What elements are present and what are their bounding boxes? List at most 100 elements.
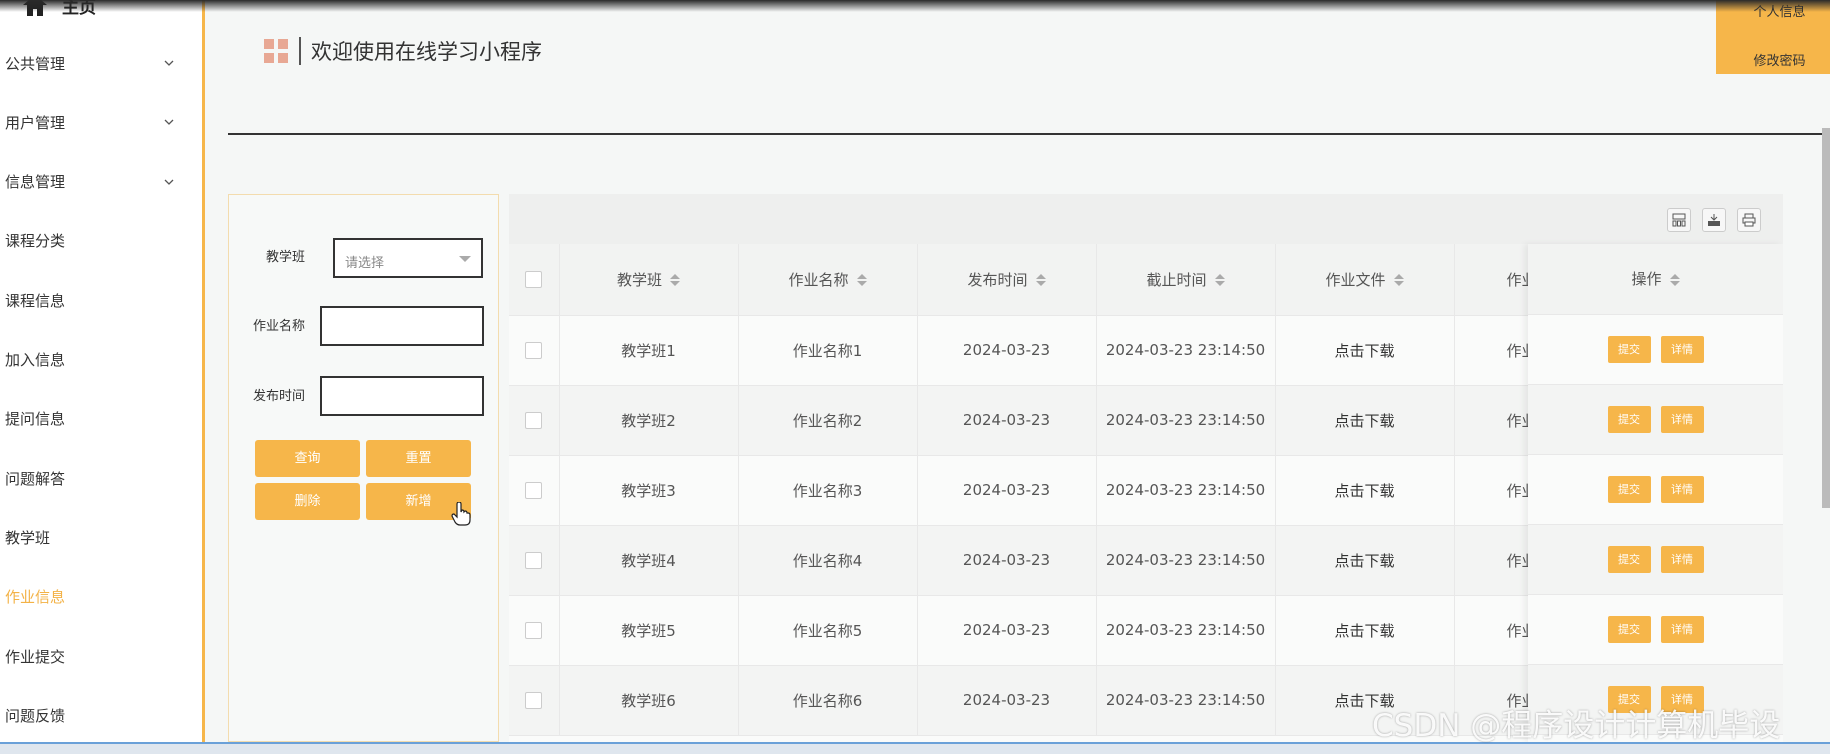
sort-icon (1393, 274, 1404, 287)
row-checkbox[interactable] (525, 342, 543, 359)
detail-button[interactable]: 详情 (1660, 406, 1704, 433)
homework-name-label: 作业名称 (253, 319, 306, 334)
publish-time-cell: 2024-03-23 (917, 385, 1097, 456)
column-header-publish-time[interactable]: 发布时间 (917, 244, 1097, 316)
reset-button[interactable]: 重置 (366, 440, 471, 477)
chevron-down-icon (164, 60, 174, 66)
column-header-name[interactable]: 作业名称 (738, 244, 918, 316)
file-download-link[interactable]: 点击下载 (1275, 455, 1455, 526)
sidebar-item[interactable]: 课程分类 (5, 226, 175, 256)
column-header-class[interactable]: 教学班 (559, 244, 739, 316)
homework-name-cell: 作业名称1 (738, 315, 918, 386)
table-row[interactable]: 教学班1 作业名称1 2024-03-23 2024-03-23 23:14:50 点击… (509, 315, 1585, 386)
row-checkbox[interactable] (525, 692, 543, 709)
sidebar-item[interactable]: 加入信息 (5, 345, 175, 375)
publish-time-cell: 2024-03-23 (917, 665, 1097, 736)
action-cell: 提交 详情 (1528, 525, 1783, 595)
publish-time-cell: 2024-03-23 (917, 525, 1097, 596)
homework-name-input[interactable] (320, 306, 484, 346)
file-download-link[interactable]: 点击下载 (1275, 315, 1455, 386)
publish-time-cell: 2024-03-23 (917, 455, 1097, 526)
detail-button[interactable]: 详情 (1660, 616, 1704, 643)
class-cell: 教学班1 (559, 315, 739, 386)
submit-button[interactable]: 提交 (1607, 616, 1651, 643)
query-button[interactable]: 查询 (255, 440, 360, 477)
sidebar-item-label: 提问信息 (5, 410, 66, 429)
sidebar-item[interactable]: 教学班 (5, 522, 175, 552)
homework-name-cell: 作业名称6 (738, 665, 918, 736)
row-checkbox[interactable] (525, 622, 543, 639)
submit-button[interactable]: 提交 (1607, 336, 1651, 363)
detail-button[interactable]: 详情 (1660, 546, 1704, 573)
delete-button[interactable]: 删除 (255, 483, 360, 520)
print-button[interactable] (1737, 208, 1761, 232)
table-row[interactable]: 教学班3 作业名称3 2024-03-23 2024-03-23 23:14:50 点击… (509, 455, 1585, 526)
select-all-checkbox[interactable] (525, 271, 543, 289)
column-header-file[interactable]: 作业文件 (1275, 244, 1455, 316)
homework-name-cell: 作业名称3 (738, 455, 918, 526)
sort-icon (1669, 273, 1680, 286)
class-select[interactable]: 请选择 (333, 238, 483, 278)
column-header-deadline[interactable]: 截止时间 (1096, 244, 1276, 316)
print-icon (1742, 213, 1756, 227)
sort-icon (670, 274, 680, 287)
sidebar-item[interactable]: 作业信息 (5, 582, 175, 612)
class-cell: 教学班2 (559, 385, 739, 456)
deadline-cell: 2024-03-23 23:14:50 (1096, 385, 1276, 456)
sort-icon (1214, 274, 1225, 287)
select-all-cell (509, 244, 560, 316)
deadline-cell: 2024-03-23 23:14:50 (1096, 315, 1276, 386)
sort-icon (1035, 274, 1046, 287)
file-download-link[interactable]: 点击下载 (1275, 595, 1455, 666)
title-divider (299, 37, 301, 65)
sidebar-item[interactable]: 课程信息 (5, 285, 175, 315)
sidebar-item[interactable]: 信息管理 (5, 167, 175, 197)
action-column: 操作 提交 详情 提交 详情 提交 详情 提交 详情 提交 详情 提交 详情 (1528, 244, 1783, 742)
submit-button[interactable]: 提交 (1607, 476, 1651, 503)
sidebar-item-label: 课程分类 (5, 232, 66, 251)
detail-button[interactable]: 详情 (1660, 476, 1704, 503)
row-select-cell (509, 665, 560, 736)
export-button[interactable] (1702, 208, 1726, 232)
submit-button[interactable]: 提交 (1607, 546, 1651, 573)
sidebar-item[interactable]: 问题反馈 (5, 700, 175, 730)
class-cell: 教学班5 (559, 595, 739, 666)
columns-button[interactable] (1667, 208, 1691, 232)
page-scrollbar[interactable] (1822, 128, 1830, 508)
row-checkbox[interactable] (525, 482, 543, 499)
homework-table: 教学班 作业名称 发布时间 截止时间 作业文件 作业 教学班1 作业名称1 2024… (509, 244, 1585, 736)
sidebar-item[interactable]: 公共管理 (5, 48, 175, 78)
sidebar-item[interactable]: 问题解答 (5, 463, 175, 493)
class-select-placeholder: 请选择 (345, 256, 385, 271)
watermark: CSDN @程序设计计算机毕设 (1372, 708, 1781, 744)
sidebar-item-label: 作业信息 (5, 588, 66, 607)
deadline-cell: 2024-03-23 23:14:50 (1096, 595, 1276, 666)
row-checkbox[interactable] (525, 552, 543, 569)
sidebar-item[interactable]: 提问信息 (5, 404, 175, 434)
submit-button[interactable]: 提交 (1607, 406, 1651, 433)
file-download-link[interactable]: 点击下载 (1275, 525, 1455, 596)
file-download-link[interactable]: 点击下载 (1275, 385, 1455, 456)
column-header-action[interactable]: 操作 (1528, 244, 1783, 315)
dashboard-grid-icon (264, 39, 288, 63)
header-divider (228, 133, 1822, 135)
change-password-button[interactable]: 修改密码 (1716, 50, 1830, 69)
homework-name-cell: 作业名称4 (738, 525, 918, 596)
action-cell: 提交 详情 (1528, 315, 1783, 385)
deadline-cell: 2024-03-23 23:14:50 (1096, 525, 1276, 596)
table-row[interactable]: 教学班2 作业名称2 2024-03-23 2024-03-23 23:14:50 点击… (509, 385, 1585, 456)
sidebar-item[interactable]: 用户管理 (5, 107, 175, 137)
class-label: 教学班 (266, 250, 306, 265)
row-select-cell (509, 595, 560, 666)
filter-panel: 教学班 请选择 作业名称 发布时间 查询 重置 删除 新增 (228, 194, 499, 742)
action-cell: 提交 详情 (1528, 595, 1783, 665)
sidebar-item-label: 教学班 (5, 528, 51, 547)
row-select-cell (509, 315, 560, 386)
table-row[interactable]: 教学班4 作业名称4 2024-03-23 2024-03-23 23:14:50 点击… (509, 525, 1585, 596)
deadline-cell: 2024-03-23 23:14:50 (1096, 455, 1276, 526)
row-checkbox[interactable] (525, 412, 543, 429)
detail-button[interactable]: 详情 (1660, 336, 1704, 363)
publish-time-input[interactable] (320, 376, 484, 416)
sidebar-item[interactable]: 作业提交 (5, 641, 175, 671)
table-row[interactable]: 教学班5 作业名称5 2024-03-23 2024-03-23 23:14:50 点击… (509, 595, 1585, 666)
